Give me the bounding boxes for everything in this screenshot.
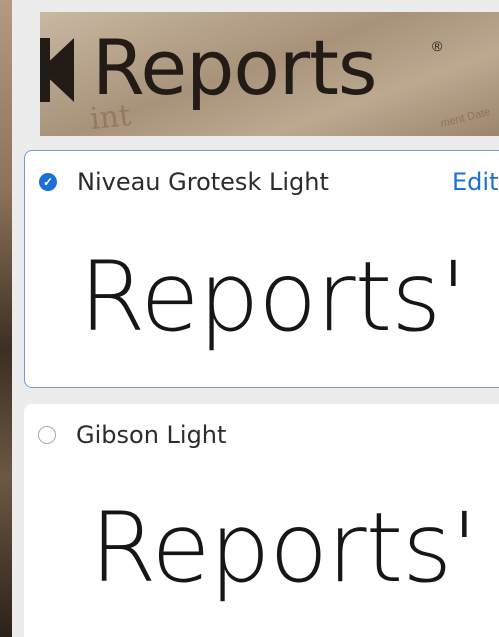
font-option-gibson-light[interactable]: Gibson Light Reports' [24, 404, 499, 637]
logo-preview-text: Reports [92, 23, 378, 112]
background-photo-strip [0, 0, 12, 637]
font-picker-panel: Reports ® int ment Date ✓ Niveau Grotesk… [12, 0, 499, 637]
check-circle-icon[interactable]: ✓ [39, 173, 57, 191]
font-sample-text: Reports' [79, 241, 467, 353]
font-sample-text: Reports' [90, 492, 478, 604]
registered-mark: ® [432, 38, 443, 54]
font-option-name: Gibson Light [76, 421, 227, 449]
font-option-name: Niveau Grotesk Light [77, 168, 329, 196]
logo-mark-chevron [40, 38, 74, 102]
logo-preview-image: Reports ® int ment Date [40, 12, 499, 136]
edit-font-link[interactable]: Edit [452, 167, 498, 197]
preview-background-text-right: ment Date [439, 106, 492, 130]
empty-circle-icon[interactable] [38, 426, 56, 444]
font-option-niveau-grotesk-light[interactable]: ✓ Niveau Grotesk Light Edit Reports' [24, 150, 499, 388]
preview-background-text: int [88, 97, 133, 136]
